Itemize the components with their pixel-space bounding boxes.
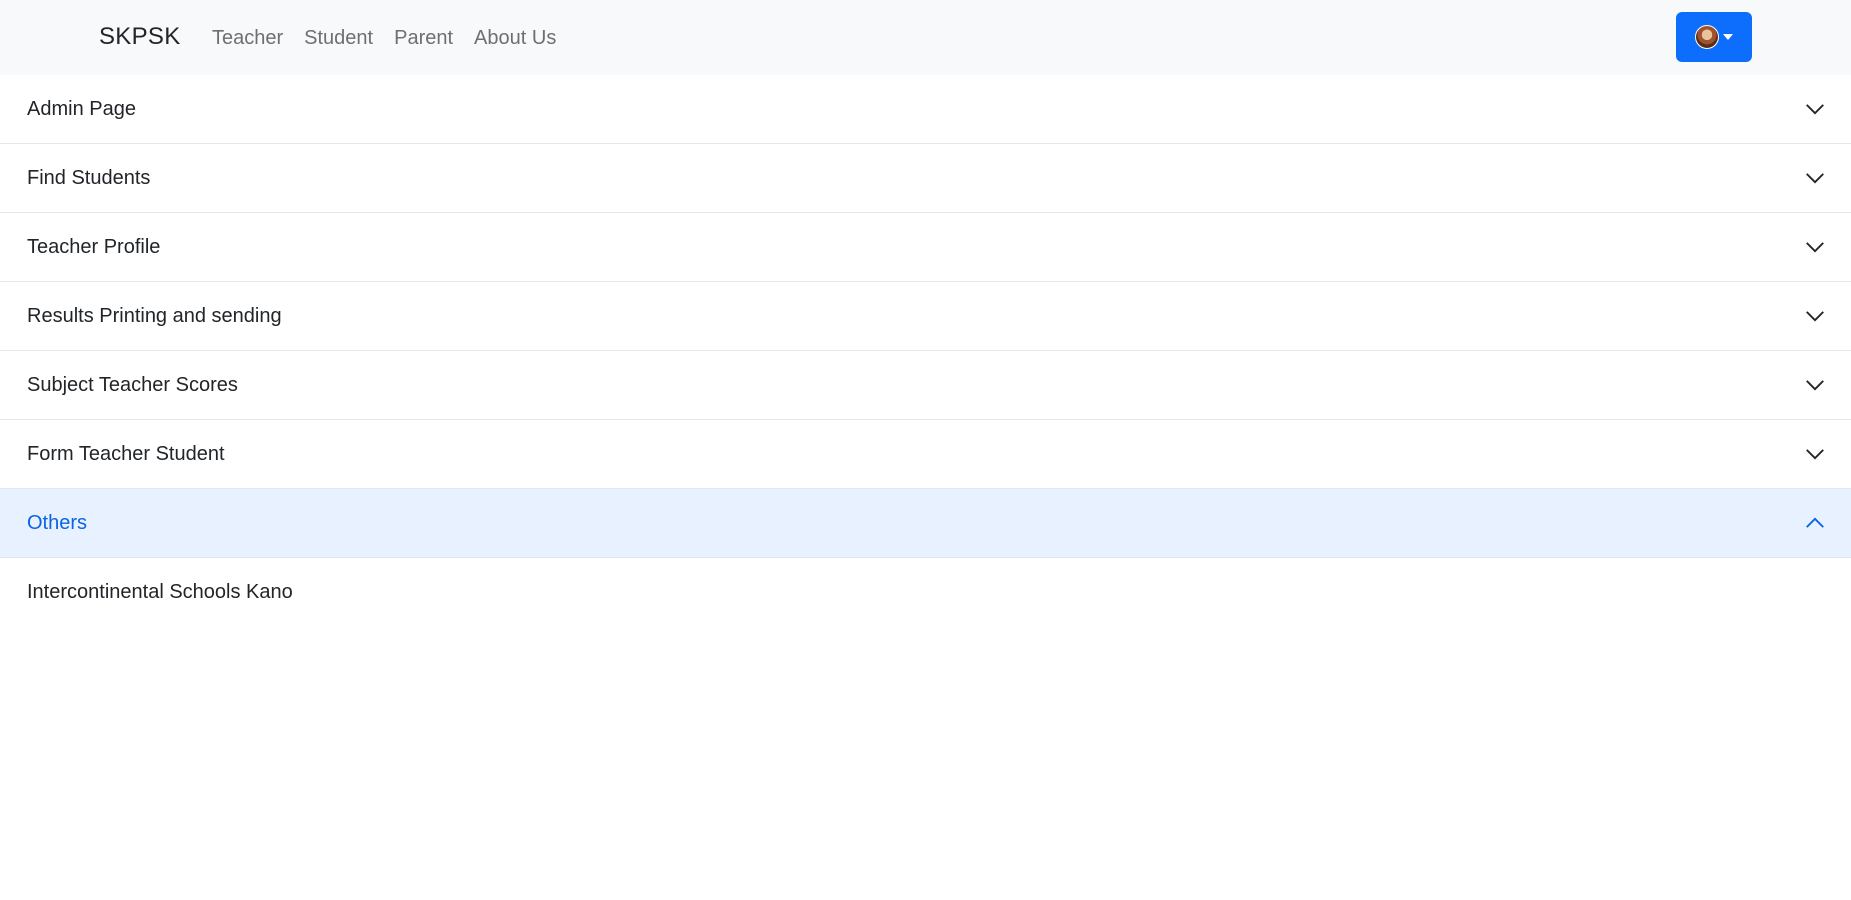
caret-down-icon bbox=[1723, 34, 1733, 40]
accordion-item-results-printing[interactable]: Results Printing and sending bbox=[0, 282, 1851, 351]
user-menu-button[interactable] bbox=[1676, 12, 1752, 62]
accordion-item-label: Subject Teacher Scores bbox=[27, 374, 238, 396]
accordion-item-admin-page[interactable]: Admin Page bbox=[0, 75, 1851, 144]
accordion-item-label: Find Students bbox=[27, 167, 151, 189]
accordion-others-body: Intercontinental Schools Kano bbox=[0, 558, 1851, 626]
accordion-item-subject-teacher-scores[interactable]: Subject Teacher Scores bbox=[0, 351, 1851, 420]
chevron-down-icon bbox=[1806, 104, 1824, 115]
accordion-item-label: Teacher Profile bbox=[27, 236, 161, 258]
accordion-item-form-teacher-student[interactable]: Form Teacher Student bbox=[0, 420, 1851, 489]
chevron-down-icon bbox=[1806, 173, 1824, 184]
accordion-item-label: Results Printing and sending bbox=[27, 305, 282, 327]
nav-link-about-us[interactable]: About Us bbox=[474, 24, 556, 52]
chevron-down-icon bbox=[1806, 449, 1824, 460]
nav-link-parent[interactable]: Parent bbox=[394, 24, 453, 52]
chevron-down-icon bbox=[1806, 380, 1824, 391]
accordion-item-label: Others bbox=[27, 512, 88, 534]
chevron-down-icon bbox=[1806, 311, 1824, 322]
accordion-item-label: Form Teacher Student bbox=[27, 443, 225, 465]
nav-link-teacher[interactable]: Teacher bbox=[212, 24, 283, 52]
chevron-up-icon bbox=[1806, 517, 1824, 528]
accordion-menu: Admin Page Find Students Teacher Profile… bbox=[0, 75, 1851, 626]
chevron-down-icon bbox=[1806, 242, 1824, 253]
school-name-text: Intercontinental Schools Kano bbox=[27, 581, 293, 603]
accordion-item-teacher-profile[interactable]: Teacher Profile bbox=[0, 213, 1851, 282]
nav-link-student[interactable]: Student bbox=[304, 24, 373, 52]
accordion-item-find-students[interactable]: Find Students bbox=[0, 144, 1851, 213]
top-navbar: SKPSK Teacher Student Parent About Us bbox=[0, 0, 1851, 75]
accordion-item-others[interactable]: Others bbox=[0, 489, 1851, 558]
brand-logo-text[interactable]: SKPSK bbox=[99, 22, 181, 52]
user-avatar-icon bbox=[1695, 25, 1719, 49]
nav-links: Teacher Student Parent About Us bbox=[212, 24, 577, 52]
accordion-item-label: Admin Page bbox=[27, 98, 136, 120]
